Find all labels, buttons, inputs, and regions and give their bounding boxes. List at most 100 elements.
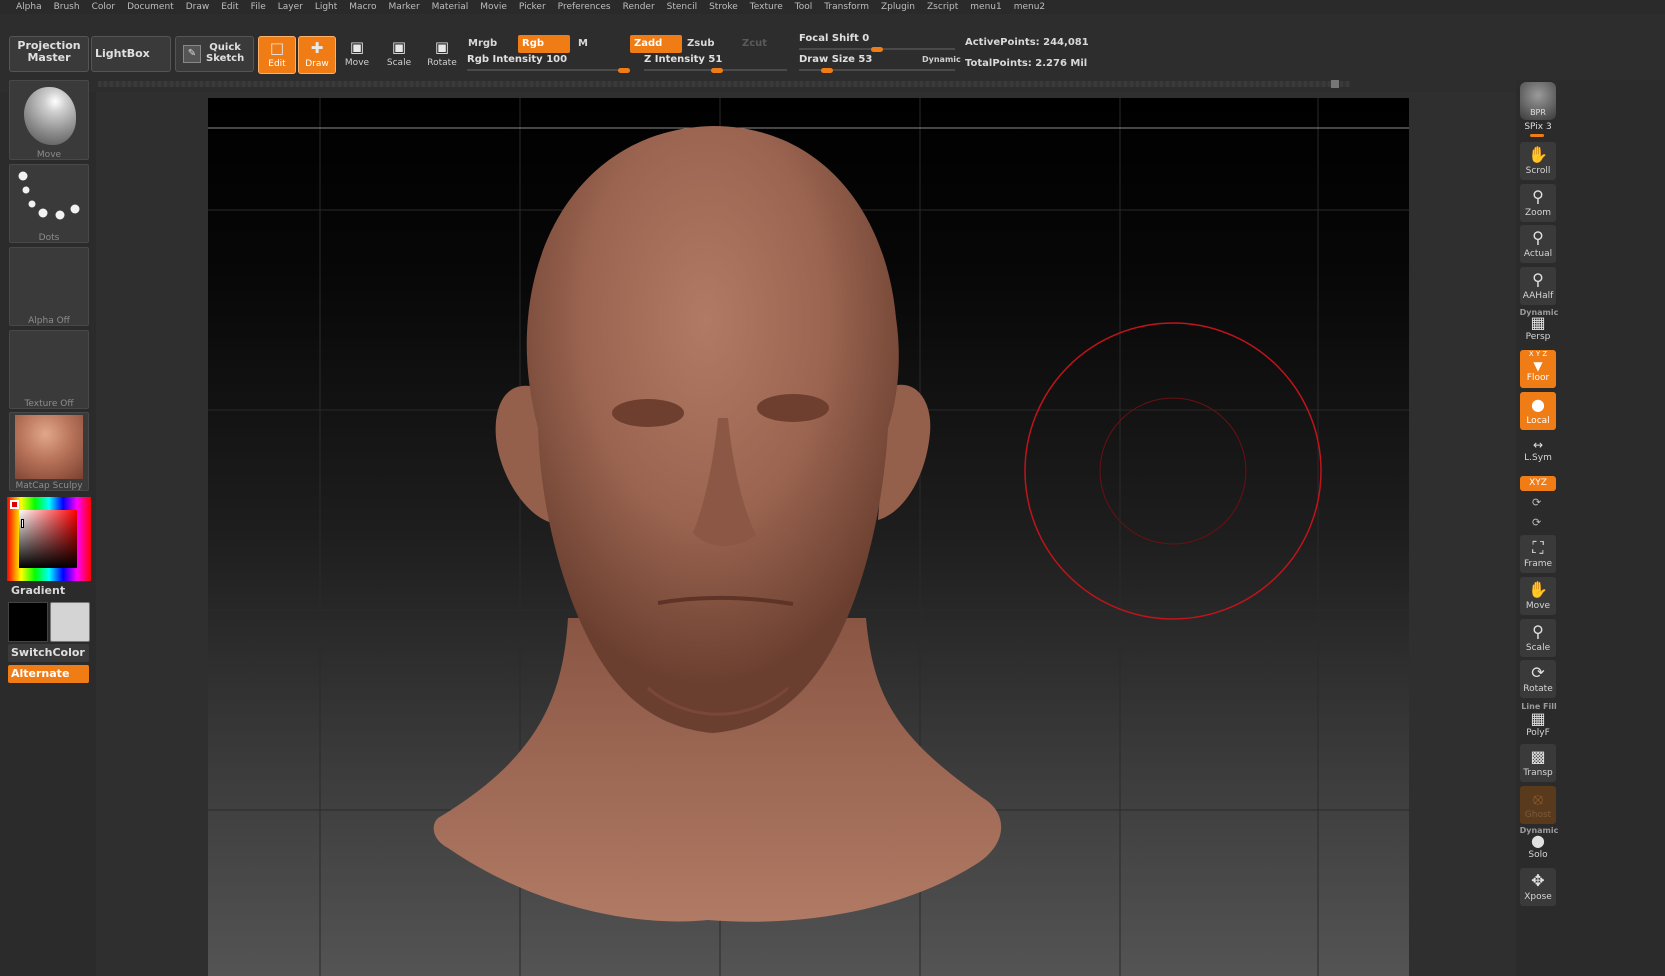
left-eye-socket (612, 399, 684, 427)
secondary-color-swatch[interactable] (50, 602, 90, 642)
alpha-picker[interactable]: Alpha Off (9, 247, 89, 326)
zoom-button[interactable]: ⚲ Zoom (1520, 184, 1556, 222)
rotate-button[interactable]: ▣ Rotate (423, 36, 461, 74)
menu-item-zplugin[interactable]: Zplugin (875, 0, 921, 14)
draw-button[interactable]: ✚ Draw (298, 36, 336, 74)
canvas-area (96, 92, 1516, 976)
draw-size-knob[interactable] (821, 68, 833, 73)
quick-sketch-button[interactable]: ✎ Quick Sketch (175, 36, 254, 72)
move-button[interactable]: ▣ Move (338, 36, 376, 74)
aahalf-button[interactable]: ⚲ AAHalf (1520, 267, 1556, 305)
menu-item-marker[interactable]: Marker (383, 0, 426, 14)
floor-button[interactable]: X Y Z ▼ Floor (1520, 350, 1556, 388)
spix-slider[interactable]: SPix 3 (1520, 122, 1556, 137)
frame-button[interactable]: ⛶ Frame (1520, 535, 1556, 573)
solo-button[interactable]: ● Solo (1520, 832, 1556, 862)
menu-item-file[interactable]: File (245, 0, 272, 14)
z-intensity-knob[interactable] (711, 68, 723, 73)
color-picker[interactable] (7, 497, 91, 581)
texture-picker[interactable]: Texture Off (9, 330, 89, 409)
menu-item-menu1[interactable]: menu1 (964, 0, 1007, 14)
menu-item-document[interactable]: Document (121, 0, 180, 14)
menu-item-stencil[interactable]: Stencil (661, 0, 703, 14)
menu-item-edit[interactable]: Edit (215, 0, 244, 14)
xyz-toggle[interactable]: XYZ (1520, 476, 1556, 491)
menu-item-picker[interactable]: Picker (513, 0, 552, 14)
menu-item-brush[interactable]: Brush (48, 0, 86, 14)
material-picker[interactable]: MatCap Sculpy (9, 412, 89, 491)
rgb-intensity-slider[interactable]: Rgb Intensity 100 (467, 54, 630, 73)
gradient-label[interactable]: Gradient (11, 584, 65, 597)
ghost-button[interactable]: ⦻ Ghost (1520, 786, 1556, 824)
menu-item-render[interactable]: Render (617, 0, 661, 14)
document-canvas[interactable] (208, 98, 1409, 976)
quick-sketch-icon: ✎ (183, 45, 201, 63)
color-saturation-square[interactable] (19, 510, 77, 568)
z-intensity-slider[interactable]: Z Intensity 51 (644, 54, 787, 73)
scale-view-label: Scale (1525, 643, 1551, 653)
spix-label: SPix 3 (1524, 122, 1552, 132)
persp-button[interactable]: ▦ Persp (1520, 314, 1556, 344)
xpose-button[interactable]: ✥ Xpose (1520, 868, 1556, 906)
scroll-button[interactable]: ✋ Scroll (1520, 142, 1556, 180)
main-color-swatch[interactable] (8, 602, 48, 642)
rgb-intensity-knob[interactable] (618, 68, 630, 73)
matcap-sculpy-swatch (15, 415, 83, 479)
menu-item-alpha[interactable]: Alpha (10, 0, 48, 14)
active-points-label: ActivePoints: (965, 37, 1040, 48)
bpr-button[interactable]: BPR (1520, 82, 1556, 120)
scale-view-button[interactable]: ⚲ Scale (1520, 619, 1556, 657)
zsub-toggle[interactable]: Zsub (683, 35, 733, 53)
m-toggle[interactable]: M (574, 35, 624, 53)
alternate-button[interactable]: Alternate (8, 665, 89, 683)
menu-item-stroke[interactable]: Stroke (703, 0, 744, 14)
menu-item-menu2[interactable]: menu2 (1008, 0, 1051, 14)
rotate-view-button[interactable]: ⟳ Rotate (1520, 660, 1556, 698)
menu-item-movie[interactable]: Movie (474, 0, 513, 14)
xyz-label: XYZ (1529, 478, 1547, 488)
mrgb-toggle[interactable]: Mrgb (464, 35, 514, 53)
draw-size-label: Draw Size (799, 54, 855, 65)
menu-item-layer[interactable]: Layer (272, 0, 309, 14)
brush-picker[interactable]: Move (9, 80, 89, 160)
rotate-z-icon[interactable]: ⟳ (1532, 516, 1541, 529)
dynamic-toggle[interactable]: Dynamic (922, 55, 961, 64)
menu-item-texture[interactable]: Texture (744, 0, 789, 14)
head-sculpt[interactable] (208, 98, 1409, 976)
focal-shift-slider[interactable]: Focal Shift 0 (799, 33, 955, 52)
actual-icon: ⚲ (1532, 228, 1544, 247)
rgb-toggle[interactable]: Rgb (518, 35, 570, 53)
secondary-color-marker[interactable] (10, 500, 19, 509)
transp-button[interactable]: ▩ Transp (1520, 744, 1556, 782)
stroke-picker[interactable]: Dots (9, 164, 89, 243)
projection-master-button[interactable]: Projection Master (9, 36, 89, 72)
menu-item-draw[interactable]: Draw (180, 0, 216, 14)
shelf-scrollbar[interactable] (98, 80, 1350, 88)
lightbox-button[interactable]: LightBox (91, 36, 171, 72)
menu-item-color[interactable]: Color (86, 0, 122, 14)
actual-button[interactable]: ⚲ Actual (1520, 225, 1556, 263)
edit-button[interactable]: □ Edit (258, 36, 296, 74)
switch-color-button[interactable]: SwitchColor (8, 644, 89, 662)
spix-knob[interactable] (1530, 134, 1544, 137)
menu-item-tool[interactable]: Tool (789, 0, 818, 14)
menu-item-preferences[interactable]: Preferences (552, 0, 617, 14)
menu-item-macro[interactable]: Macro (343, 0, 382, 14)
lsym-button[interactable]: ↔ L.Sym (1520, 437, 1556, 467)
zadd-toggle[interactable]: Zadd (630, 35, 682, 53)
scale-button[interactable]: ▣ Scale (380, 36, 418, 74)
rotate-y-icon[interactable]: ⟳ (1532, 496, 1541, 509)
menu-item-material[interactable]: Material (426, 0, 475, 14)
menu-item-transform[interactable]: Transform (818, 0, 875, 14)
polyf-button[interactable]: ▦ PolyF (1520, 710, 1556, 740)
menu-item-zscript[interactable]: Zscript (921, 0, 964, 14)
move-view-button[interactable]: ✋ Move (1520, 577, 1556, 615)
ghost-icon: ⦻ (1532, 789, 1544, 808)
ghost-label: Ghost (1524, 810, 1552, 820)
zcut-toggle[interactable]: Zcut (738, 35, 788, 53)
shelf-scrollbar-thumb[interactable] (1331, 80, 1339, 88)
menu-item-light[interactable]: Light (309, 0, 343, 14)
focal-shift-knob[interactable] (871, 47, 883, 52)
frame-label: Frame (1523, 559, 1553, 569)
local-button[interactable]: ● Local (1520, 392, 1556, 430)
